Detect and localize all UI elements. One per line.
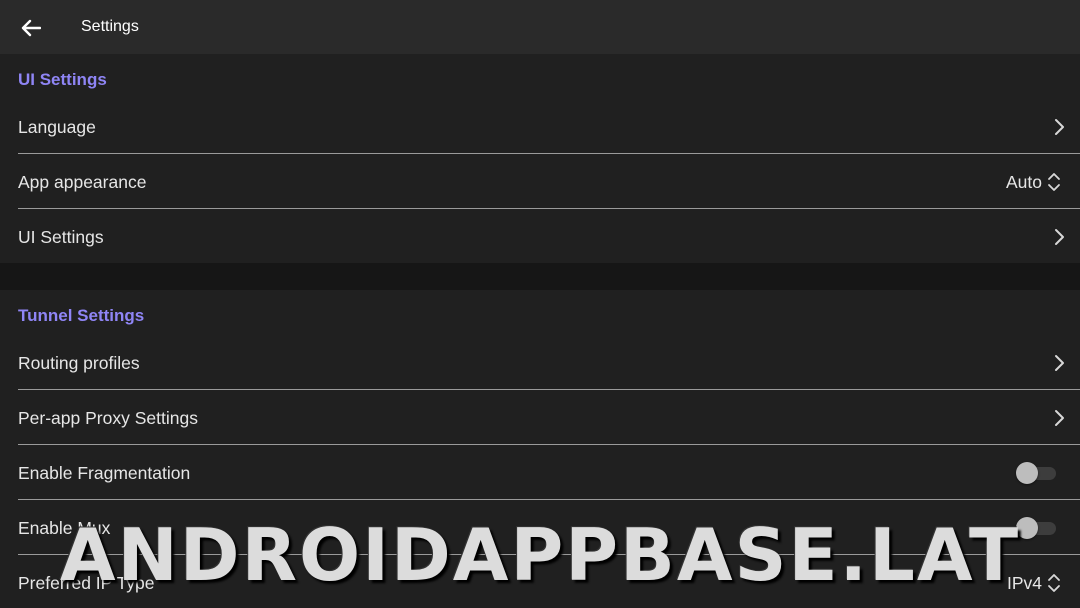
- tunnel-settings-section: Tunnel Settings Routing profiles Per-app…: [0, 290, 1080, 608]
- section-title-tunnel-settings: Tunnel Settings: [18, 306, 145, 325]
- settings-item-label: App appearance: [18, 171, 147, 192]
- back-button[interactable]: [14, 11, 48, 45]
- chevron-right-icon: [1055, 409, 1064, 426]
- settings-item-preferred-ip-type[interactable]: Preferred IP Type IPv4: [18, 555, 1080, 608]
- page-title: Settings: [81, 18, 139, 35]
- settings-screen: Settings UI Settings Language App appear…: [0, 0, 1080, 608]
- chevron-right-icon: [1055, 354, 1064, 371]
- fragmentation-toggle[interactable]: [1016, 461, 1058, 485]
- chevron-up-down-icon: [1048, 573, 1060, 592]
- select-value: IPv4: [1006, 572, 1042, 593]
- chevron-up-down-icon: [1048, 172, 1060, 191]
- preferred-ip-type-select[interactable]: IPv4: [1007, 571, 1062, 595]
- settings-item-label: Language: [18, 116, 96, 137]
- settings-item-label: Enable Fragmentation: [18, 462, 191, 483]
- settings-item-routing-profiles[interactable]: Routing profiles: [18, 335, 1080, 390]
- settings-item-language[interactable]: Language: [18, 99, 1080, 154]
- settings-item-label: Preferred IP Type: [18, 572, 155, 593]
- settings-item-ui-settings[interactable]: UI Settings: [18, 209, 1080, 264]
- settings-item-label: UI Settings: [18, 226, 104, 247]
- settings-item-enable-mux[interactable]: Enable Mux: [18, 500, 1080, 555]
- arrow-left-icon: [21, 19, 41, 37]
- settings-item-label: Routing profiles: [18, 352, 140, 373]
- app-appearance-select[interactable]: Auto: [1006, 170, 1062, 194]
- top-app-bar: Settings: [0, 0, 1080, 54]
- section-title-ui-settings: UI Settings: [18, 70, 107, 89]
- select-value: Auto: [1006, 171, 1042, 192]
- settings-item-label: Per-app Proxy Settings: [18, 407, 198, 428]
- settings-item-app-appearance[interactable]: App appearance Auto: [18, 154, 1080, 209]
- mux-toggle[interactable]: [1016, 516, 1058, 540]
- toggle-thumb: [1016, 461, 1038, 484]
- settings-item-per-app-proxy[interactable]: Per-app Proxy Settings: [18, 390, 1080, 445]
- settings-item-label: Enable Mux: [18, 517, 111, 538]
- chevron-right-icon: [1055, 118, 1064, 135]
- toggle-thumb: [1016, 516, 1038, 539]
- ui-settings-section: UI Settings Language App appearance Auto…: [0, 54, 1080, 263]
- chevron-right-icon: [1055, 228, 1064, 245]
- settings-item-enable-fragmentation[interactable]: Enable Fragmentation: [18, 445, 1080, 500]
